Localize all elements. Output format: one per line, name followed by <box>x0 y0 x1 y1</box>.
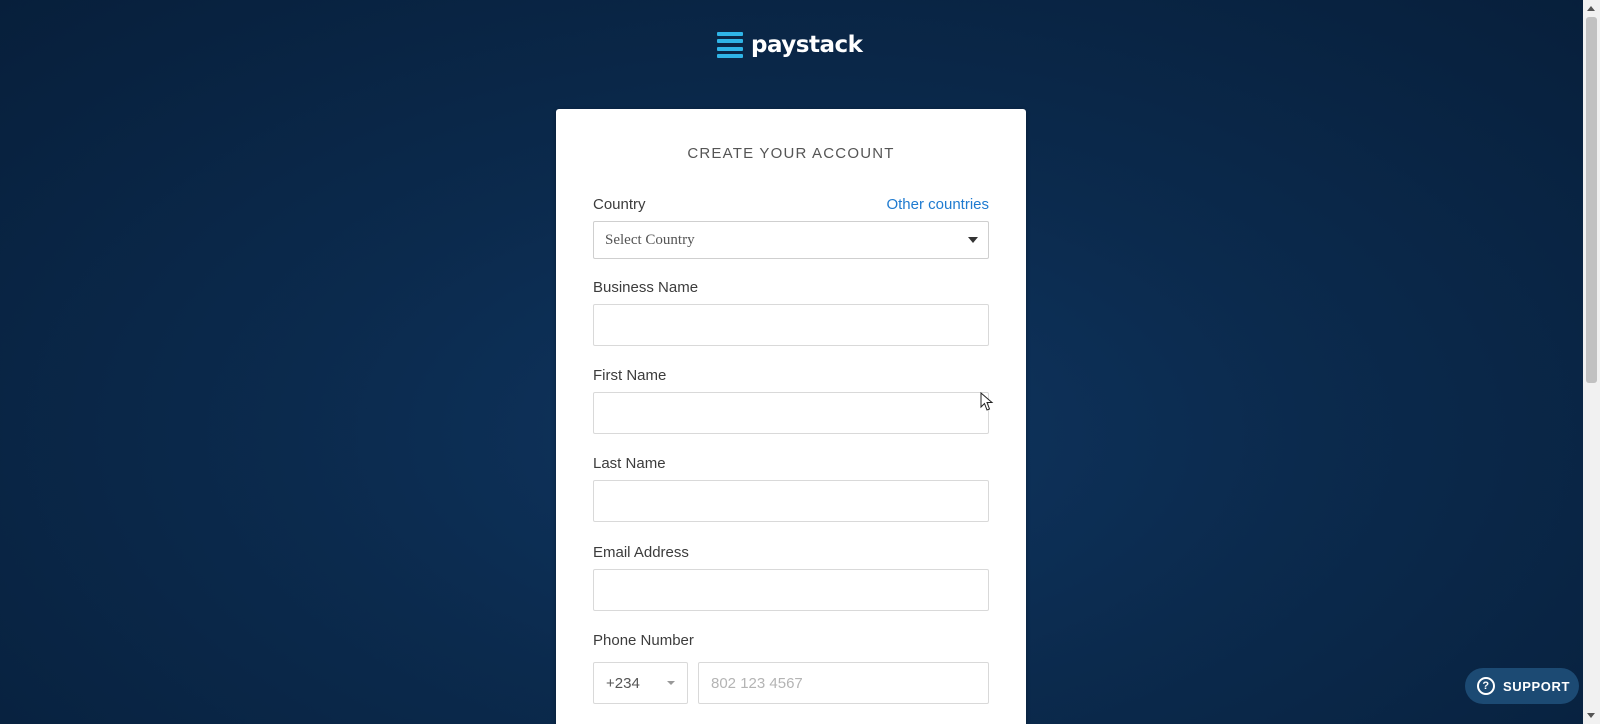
brand-name: paystack <box>751 32 863 58</box>
last-name-label: Last Name <box>593 455 666 472</box>
other-countries-link[interactable]: Other countries <box>886 196 989 213</box>
last-name-field[interactable] <box>593 480 989 522</box>
first-name-label: First Name <box>593 367 667 384</box>
support-label: SUPPORT <box>1503 678 1571 694</box>
scrollbar-thumb[interactable] <box>1586 17 1597 383</box>
question-circle-icon: ? <box>1477 677 1495 695</box>
business-name-field[interactable] <box>593 304 989 346</box>
paystack-logo: paystack <box>717 30 867 60</box>
country-code-select[interactable]: +234 <box>593 662 688 704</box>
first-name-field[interactable] <box>593 392 989 434</box>
mouse-cursor-icon <box>980 392 994 411</box>
vertical-scrollbar[interactable] <box>1583 0 1600 724</box>
country-label: Country <box>593 196 646 213</box>
country-code-value: +234 <box>606 674 640 692</box>
scroll-down-icon[interactable] <box>1587 713 1595 718</box>
country-select-value: Select Country <box>605 231 695 248</box>
paystack-logo-icon <box>717 32 743 58</box>
email-label: Email Address <box>593 544 689 561</box>
country-select[interactable]: Select Country <box>593 221 989 259</box>
page-title: CREATE YOUR ACCOUNT <box>687 145 895 162</box>
caret-down-icon <box>968 237 978 243</box>
phone-number-field[interactable] <box>698 662 989 704</box>
scroll-up-icon[interactable] <box>1587 6 1595 11</box>
support-button[interactable]: ? SUPPORT <box>1465 668 1579 704</box>
business-name-label: Business Name <box>593 279 699 296</box>
phone-label: Phone Number <box>593 632 694 649</box>
chevron-down-icon <box>667 681 675 685</box>
email-field[interactable] <box>593 569 989 611</box>
signup-card: CREATE YOUR ACCOUNT Country Other countr… <box>556 109 1026 724</box>
